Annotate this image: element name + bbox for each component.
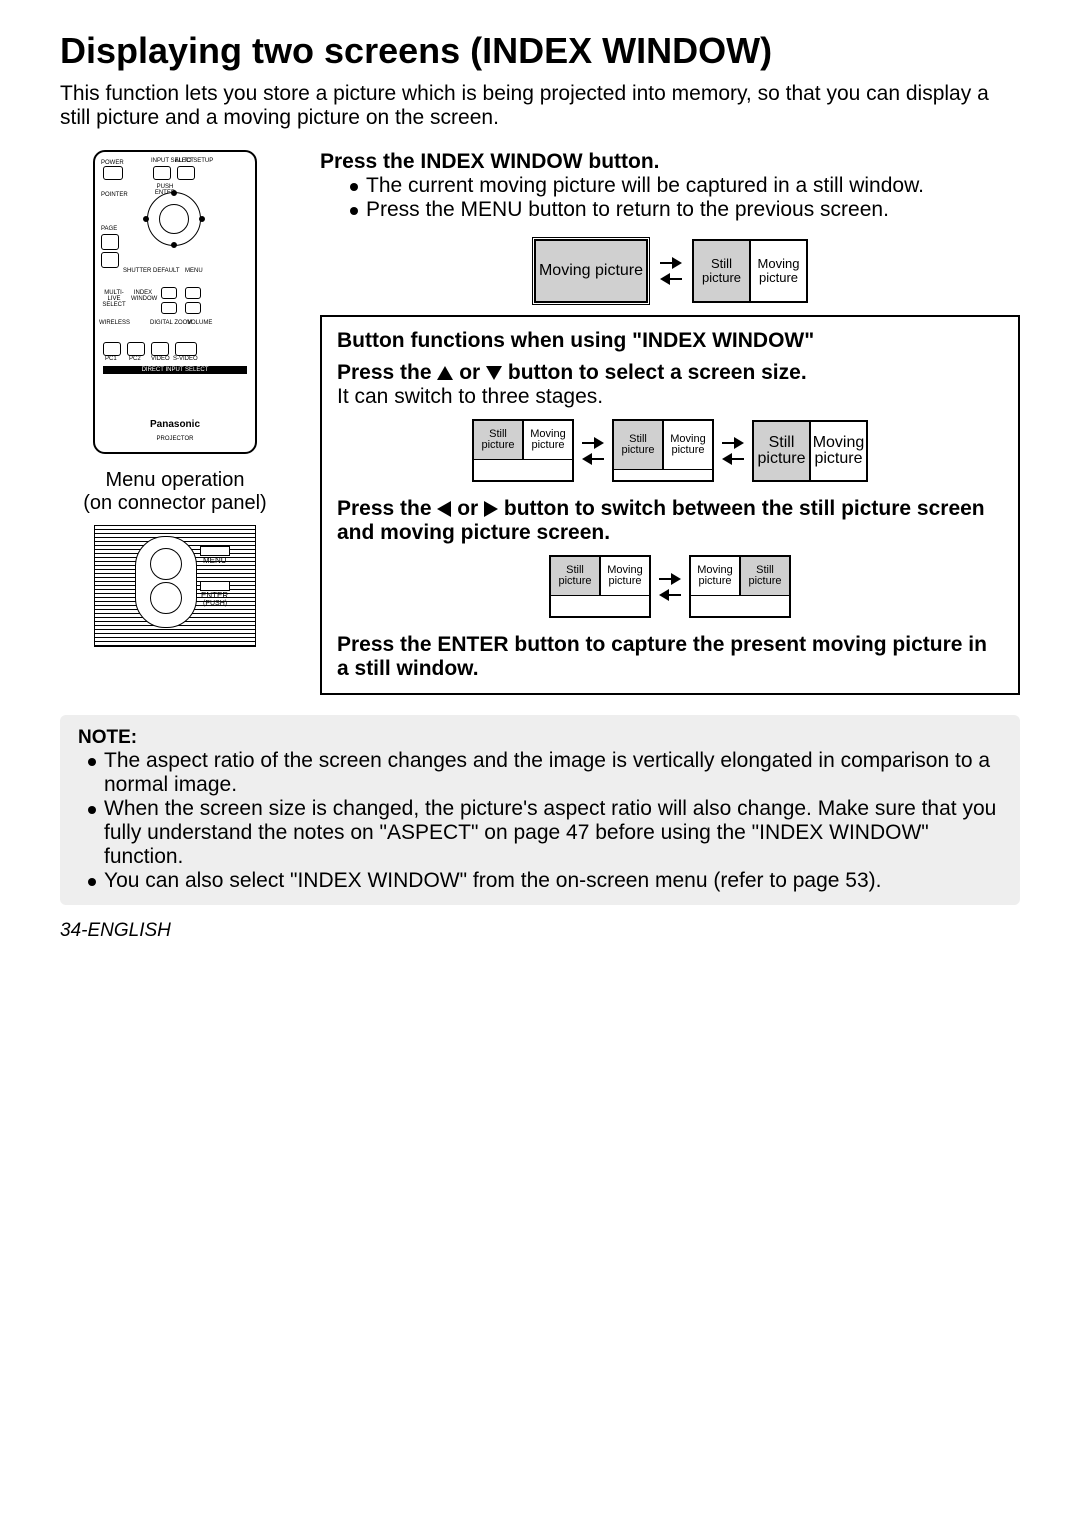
note-1: The aspect ratio of the screen changes a…: [104, 749, 1002, 797]
diagram-stages: Stillpicture Movingpicture Stillpicture …: [337, 419, 1003, 482]
up-icon: [437, 366, 453, 380]
remote-illustration: POWER INPUT SELECT AUTO SETUP POINTER PU…: [93, 150, 257, 454]
diagram-switch: Stillpicture Movingpicture Movingpicture…: [337, 555, 1003, 618]
note-box: NOTE: The aspect ratio of the screen cha…: [60, 715, 1020, 905]
box-h1: Button functions when using "INDEX WINDO…: [337, 329, 1003, 353]
panel-illustration: MENU ENTER (PUSH): [94, 525, 256, 647]
menu-caption-2: (on connector panel): [83, 492, 266, 514]
note-title: NOTE:: [78, 727, 1002, 749]
down-icon: [486, 366, 502, 380]
box-h4: Press the ENTER button to capture the pr…: [337, 633, 1003, 681]
step1-bullet1: The current moving picture will be captu…: [366, 174, 924, 198]
diagram-capture: Moving picture Still picture Moving pict…: [320, 237, 1020, 305]
note-2: When the screen size is changed, the pic…: [104, 797, 1002, 869]
left-icon: [437, 501, 451, 517]
intro-text: This function lets you store a picture w…: [60, 82, 1020, 130]
step1-bullet2: Press the MENU button to return to the p…: [366, 198, 889, 222]
step1-heading: Press the INDEX WINDOW button.: [320, 150, 1020, 174]
functions-box: Button functions when using "INDEX WINDO…: [320, 315, 1020, 695]
note-3: You can also select "INDEX WINDOW" from …: [104, 869, 881, 893]
menu-caption-1: Menu operation: [106, 469, 245, 491]
right-icon: [484, 501, 498, 517]
box-t1: It can switch to three stages.: [337, 385, 1003, 409]
page-title: Displaying two screens (INDEX WINDOW): [60, 30, 1020, 72]
